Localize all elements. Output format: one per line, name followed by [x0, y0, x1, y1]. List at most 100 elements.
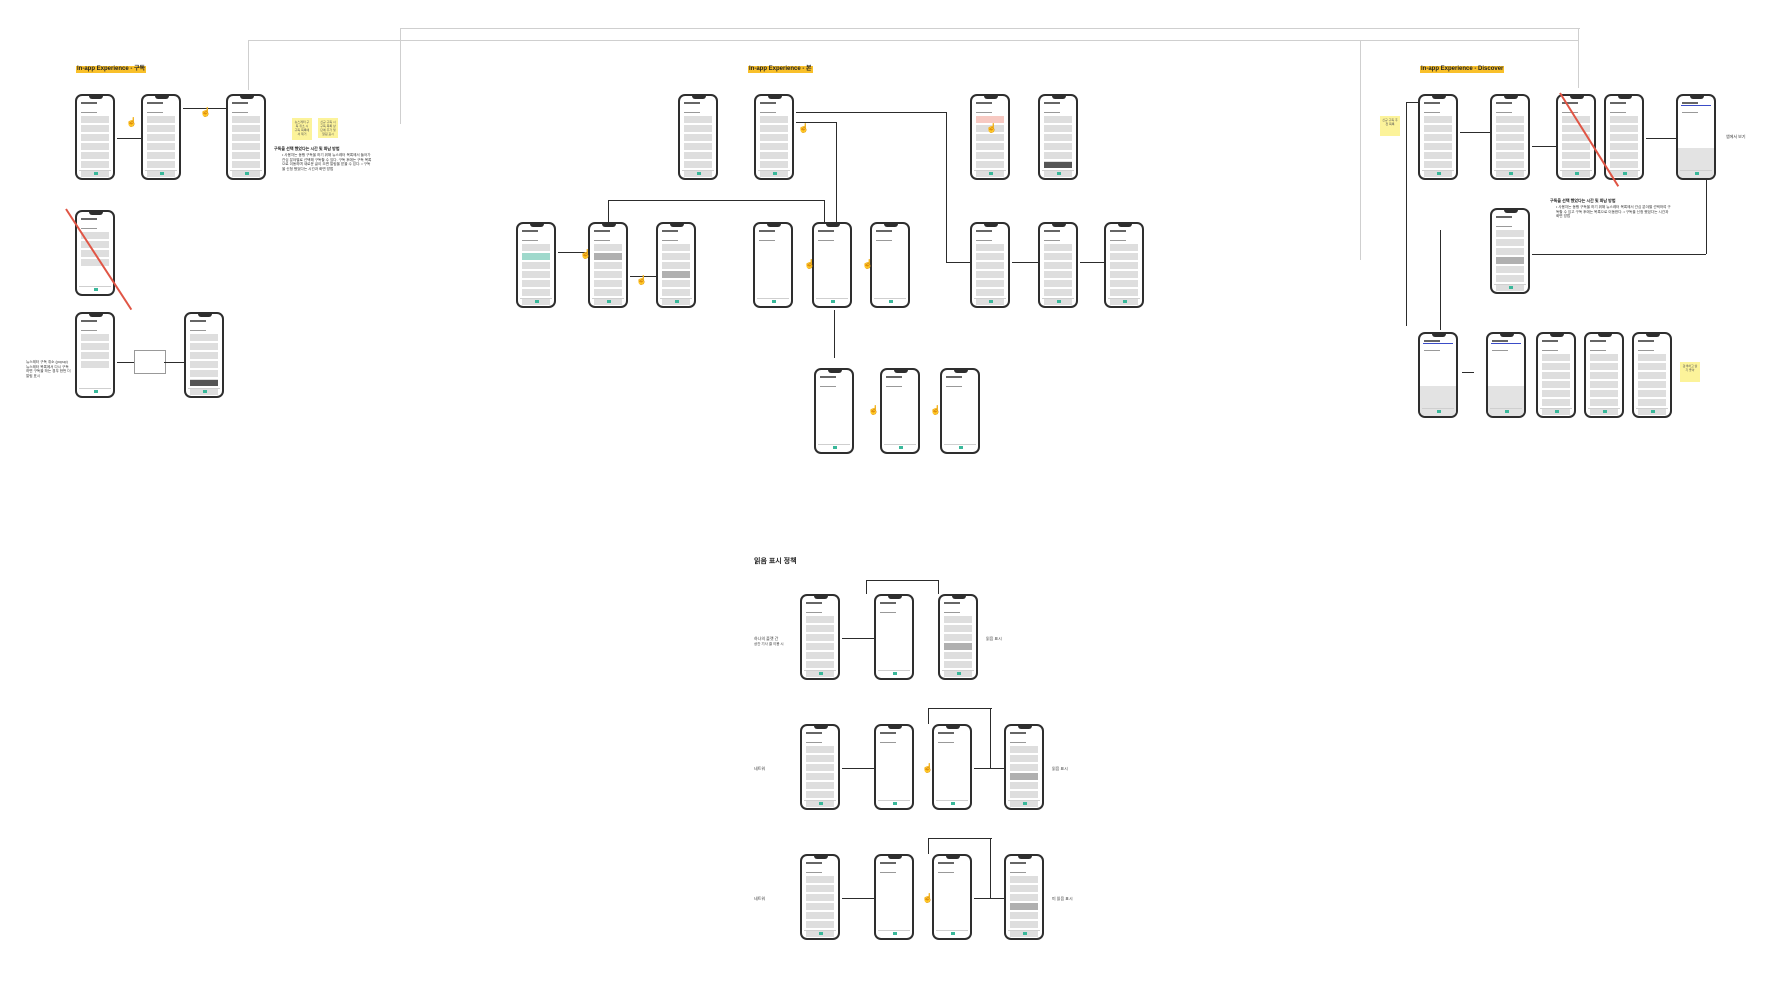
- section-title-subscribe: In-app Experience - 구독: [76, 66, 147, 73]
- phone-wireframe: [874, 594, 914, 680]
- phone-wireframe: [75, 94, 115, 180]
- sticky-note: 신규 구독 추천 목록: [1380, 116, 1400, 136]
- phone-wireframe: [516, 222, 556, 308]
- phone-wireframe: [754, 94, 794, 180]
- phone-wireframe: [1490, 94, 1530, 180]
- connector-line: [1440, 230, 1441, 330]
- phone-wireframe: [970, 222, 1010, 308]
- phone-wireframe: [800, 594, 840, 680]
- connector-line: [974, 898, 1004, 899]
- phone-wireframe: [1536, 332, 1576, 418]
- phone-wireframe: [812, 222, 852, 308]
- phone-wireframe: [932, 854, 972, 940]
- connector-line: [824, 200, 825, 222]
- phone-wireframe: [1038, 222, 1078, 308]
- phone-wireframe: [678, 94, 718, 180]
- connector-line: [1532, 254, 1706, 255]
- unsubscribe-popup: [134, 350, 166, 374]
- phone-wireframe: [1004, 724, 1044, 810]
- phone-wireframe: [1418, 94, 1458, 180]
- phone-wireframe: [880, 368, 920, 454]
- phone-wireframe: [874, 854, 914, 940]
- phone-wireframe: [588, 222, 628, 308]
- phone-wireframe: [800, 724, 840, 810]
- sticky-note: 검색하고 살기 좋아: [1680, 362, 1700, 382]
- left-notes-body: • 사용자는 동행 구독을 하기 위해 뉴스레터 목록에서 들어가 관심 분야별…: [282, 153, 372, 171]
- connector-line: [1706, 180, 1707, 254]
- connector-line: [974, 768, 1004, 769]
- connector-line: [836, 122, 837, 222]
- left-lower-note: 뉴스레터 구독 취소 (popup) 뉴스레터 목록에서 다시 구독 하면 구독…: [26, 360, 71, 378]
- phone-wireframe: [1038, 94, 1078, 180]
- connector-line: [1646, 138, 1676, 139]
- bottom-row1-left-sub: 상간 기사 클 이용 시: [754, 642, 784, 646]
- cursor-icon: ☝: [636, 275, 648, 285]
- phone-wireframe: [184, 312, 224, 398]
- connector-line: [842, 638, 874, 639]
- connector-line: [990, 838, 991, 898]
- cursor-icon: ☝: [200, 107, 212, 117]
- connector-line: [608, 200, 609, 222]
- sticky-note: 뉴스레터 구독 취소 시 구독 목록에서 제거: [292, 118, 312, 140]
- right-notes-body: • 사용자는 동행 구독을 하기 위해 뉴스레터 목록에서 관심 분야별 선택하…: [1556, 205, 1671, 218]
- top-connector: [400, 28, 1580, 29]
- phone-wireframe: [1104, 222, 1144, 308]
- sticky-note: 신규 구독 시 구독 목록 상단에 추가 및 알림 표시: [318, 118, 338, 138]
- phone-wireframe: [1490, 208, 1530, 294]
- flow-diagram-canvas: In-app Experience - 구독 In-app Experience…: [0, 0, 1780, 984]
- connector-line: [1460, 132, 1490, 133]
- phone-wireframe: [141, 94, 181, 180]
- connector-line: [928, 838, 929, 854]
- section-title-main: In-app Experience - 본: [748, 66, 813, 73]
- top-connector: [248, 40, 1578, 41]
- bottom-row2-right: 읽음 표시: [1052, 766, 1068, 771]
- connector-line: [117, 138, 141, 139]
- top-connector: [1360, 40, 1361, 260]
- phone-wireframe: [753, 222, 793, 308]
- cursor-icon: ☝: [126, 117, 138, 127]
- top-connector: [248, 40, 249, 90]
- connector-line: [608, 200, 824, 201]
- cursor-icon: ☝: [868, 405, 880, 415]
- phone-wireframe: [938, 594, 978, 680]
- connector-line: [796, 112, 946, 113]
- connector-line: [1462, 372, 1474, 373]
- top-connector: [400, 28, 401, 124]
- right-notes-title: 구독을 선택 했었다는 시간 및 화남 방법: [1550, 198, 1616, 203]
- phone-wireframe: [1418, 332, 1458, 418]
- connector-line: [1532, 146, 1556, 147]
- phone-wireframe: [75, 312, 115, 398]
- phone-wireframe: [656, 222, 696, 308]
- cursor-icon: ☝: [862, 259, 874, 269]
- phone-wireframe: [940, 368, 980, 454]
- right-top-label: 앱에서 보기: [1726, 134, 1746, 139]
- bottom-row2-left: 네트워: [754, 766, 766, 771]
- connector-line: [1406, 102, 1418, 103]
- bottom-section-heading: 읽음 표시 정책: [754, 558, 797, 565]
- connector-line: [928, 708, 929, 724]
- bottom-row1-left: 하나의 플랫 간: [754, 636, 779, 641]
- connector-line: [164, 362, 184, 363]
- connector-line: [938, 580, 939, 594]
- connector-line: [928, 838, 992, 839]
- phone-wireframe: [800, 854, 840, 940]
- phone-wireframe: [874, 724, 914, 810]
- connector-line: [946, 112, 947, 262]
- phone-wireframe: [1004, 854, 1044, 940]
- connector-line: [866, 580, 938, 581]
- connector-line: [990, 708, 991, 768]
- cursor-icon: ☝: [798, 123, 810, 133]
- connector-line: [842, 898, 874, 899]
- phone-wireframe: [1632, 332, 1672, 418]
- cursor-icon: ☝: [986, 123, 998, 133]
- phone-wireframe: [1486, 332, 1526, 418]
- cursor-icon: ☝: [922, 893, 934, 903]
- phone-wireframe: [932, 724, 972, 810]
- connector-line: [1012, 262, 1038, 263]
- phone-wireframe: [814, 368, 854, 454]
- phone-wireframe: [1584, 332, 1624, 418]
- cursor-icon: ☝: [804, 259, 816, 269]
- phone-wireframe: [970, 94, 1010, 180]
- phone-wireframe: [1604, 94, 1644, 180]
- connector-line: [842, 768, 874, 769]
